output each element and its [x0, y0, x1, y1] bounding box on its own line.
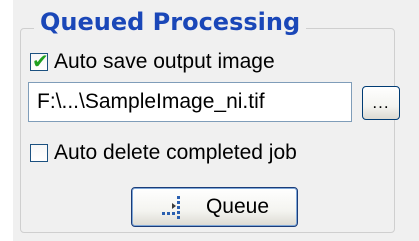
auto-delete-checkbox-row[interactable]: Auto delete completed job: [30, 138, 297, 168]
queue-icon: [161, 196, 180, 219]
queue-button[interactable]: Queue: [131, 187, 298, 227]
auto-delete-label[interactable]: Auto delete completed job: [54, 141, 297, 165]
browse-button[interactable]: ...: [362, 86, 400, 120]
output-path-field[interactable]: F:\...\SampleImage_ni.tif: [28, 82, 352, 122]
queue-button-label: Queue: [205, 195, 270, 218]
auto-delete-checkbox[interactable]: [30, 144, 48, 162]
groupbox-title: Queued Processing: [34, 8, 307, 36]
checkmark-icon: ✔: [32, 49, 49, 73]
auto-save-checkbox[interactable]: ✔: [30, 49, 49, 73]
auto-save-label[interactable]: Auto save output image: [54, 50, 275, 74]
auto-save-checkbox-row[interactable]: ✔ Auto save output image: [30, 47, 275, 77]
